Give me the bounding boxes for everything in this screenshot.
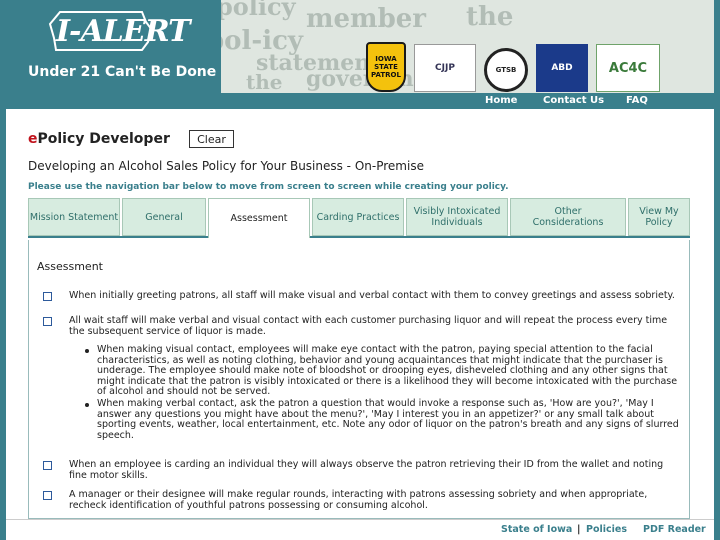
site-footer: State of Iowa | Policies PDF Reader	[6, 519, 714, 540]
tab-carding-practices[interactable]: Carding Practices	[312, 198, 404, 236]
policy-item-text: A manager or their designee will make re…	[69, 489, 648, 511]
page-title-rest: Policy Developer	[37, 131, 170, 147]
logo-area[interactable]: I-ALERT Under 21 Can't Be Done	[6, 0, 221, 93]
abd-logo[interactable]: ABD	[536, 44, 588, 92]
page-title: ePolicy Developer	[28, 131, 170, 147]
main-content: ePolicy Developer Clear Developing an Al…	[6, 109, 714, 519]
guidance-bullets: When making visual contact, employees wi…	[83, 344, 683, 442]
tab-general[interactable]: General	[122, 198, 206, 236]
tagline: Under 21 Can't Be Done	[28, 64, 217, 80]
footer-pdf-link[interactable]: PDF Reader	[643, 524, 706, 535]
policy-checkbox[interactable]	[43, 491, 52, 500]
iowa-state-patrol-badge[interactable]: IOWA STATE PATROL	[366, 42, 406, 92]
site-header: policy member the pol-icy statement the …	[6, 0, 714, 93]
instruction-text: Please use the navigation bar below to m…	[28, 182, 509, 192]
footer-state-link[interactable]: State of Iowa	[501, 524, 572, 535]
assessment-section: Assessment When initially greeting patro…	[28, 240, 690, 519]
policy-checkbox[interactable]	[43, 461, 52, 470]
logo-text: I-ALERT	[56, 14, 190, 49]
gtsb-logo[interactable]: GTSB	[484, 48, 528, 92]
clear-button[interactable]: Clear	[189, 130, 234, 148]
guidance-bullet: When making visual contact, employees wi…	[83, 344, 683, 398]
bg-word: policy	[216, 0, 296, 21]
top-navigation: Home Contact Us FAQ	[6, 93, 714, 109]
tab-mission-statement[interactable]: Mission Statement	[28, 198, 120, 236]
policy-item: When an employee is carding an individua…	[43, 459, 683, 481]
bg-word: member	[306, 4, 426, 34]
footer-separator: |	[577, 524, 581, 535]
bg-word: the	[466, 2, 514, 32]
section-title: Assessment	[37, 260, 103, 273]
tab-other-considerations[interactable]: Other Considerations	[510, 198, 626, 236]
guidance-bullet: When making verbal contact, ask the patr…	[83, 398, 683, 441]
policy-item: All wait staff will make verbal and visu…	[43, 315, 683, 337]
tab-assessment[interactable]: Assessment	[208, 198, 310, 238]
tab-view-my-policy[interactable]: View My Policy	[628, 198, 690, 236]
cjjp-logo[interactable]: CJJP	[414, 44, 476, 92]
partner-badges: IOWA STATE PATROL CJJP GTSB ABD AC4C	[366, 40, 660, 92]
nav-faq-link[interactable]: FAQ	[626, 95, 648, 106]
policy-tabs: Mission Statement General Assessment Car…	[28, 198, 690, 238]
policy-checkbox[interactable]	[43, 317, 52, 326]
bg-word: the	[246, 70, 283, 93]
page-title-e: e	[28, 131, 38, 147]
tab-visibly-intoxicated[interactable]: Visibly Intoxicated Individuals	[406, 198, 508, 236]
page-subtitle: Developing an Alcohol Sales Policy for Y…	[28, 159, 424, 173]
policy-item: A manager or their designee will make re…	[43, 489, 683, 511]
policy-item-text: All wait staff will make verbal and visu…	[69, 315, 668, 337]
policy-item-text: When an employee is carding an individua…	[69, 459, 664, 481]
nav-home-link[interactable]: Home	[485, 95, 517, 106]
ac4c-logo[interactable]: AC4C	[596, 44, 660, 92]
policy-checkbox[interactable]	[43, 292, 52, 301]
footer-policies-link[interactable]: Policies	[586, 524, 627, 535]
nav-contact-link[interactable]: Contact Us	[543, 95, 604, 106]
policy-item: When initially greeting patrons, all sta…	[43, 290, 683, 301]
page-frame: policy member the pol-icy statement the …	[6, 0, 714, 540]
policy-item-text: When initially greeting patrons, all sta…	[69, 290, 675, 301]
